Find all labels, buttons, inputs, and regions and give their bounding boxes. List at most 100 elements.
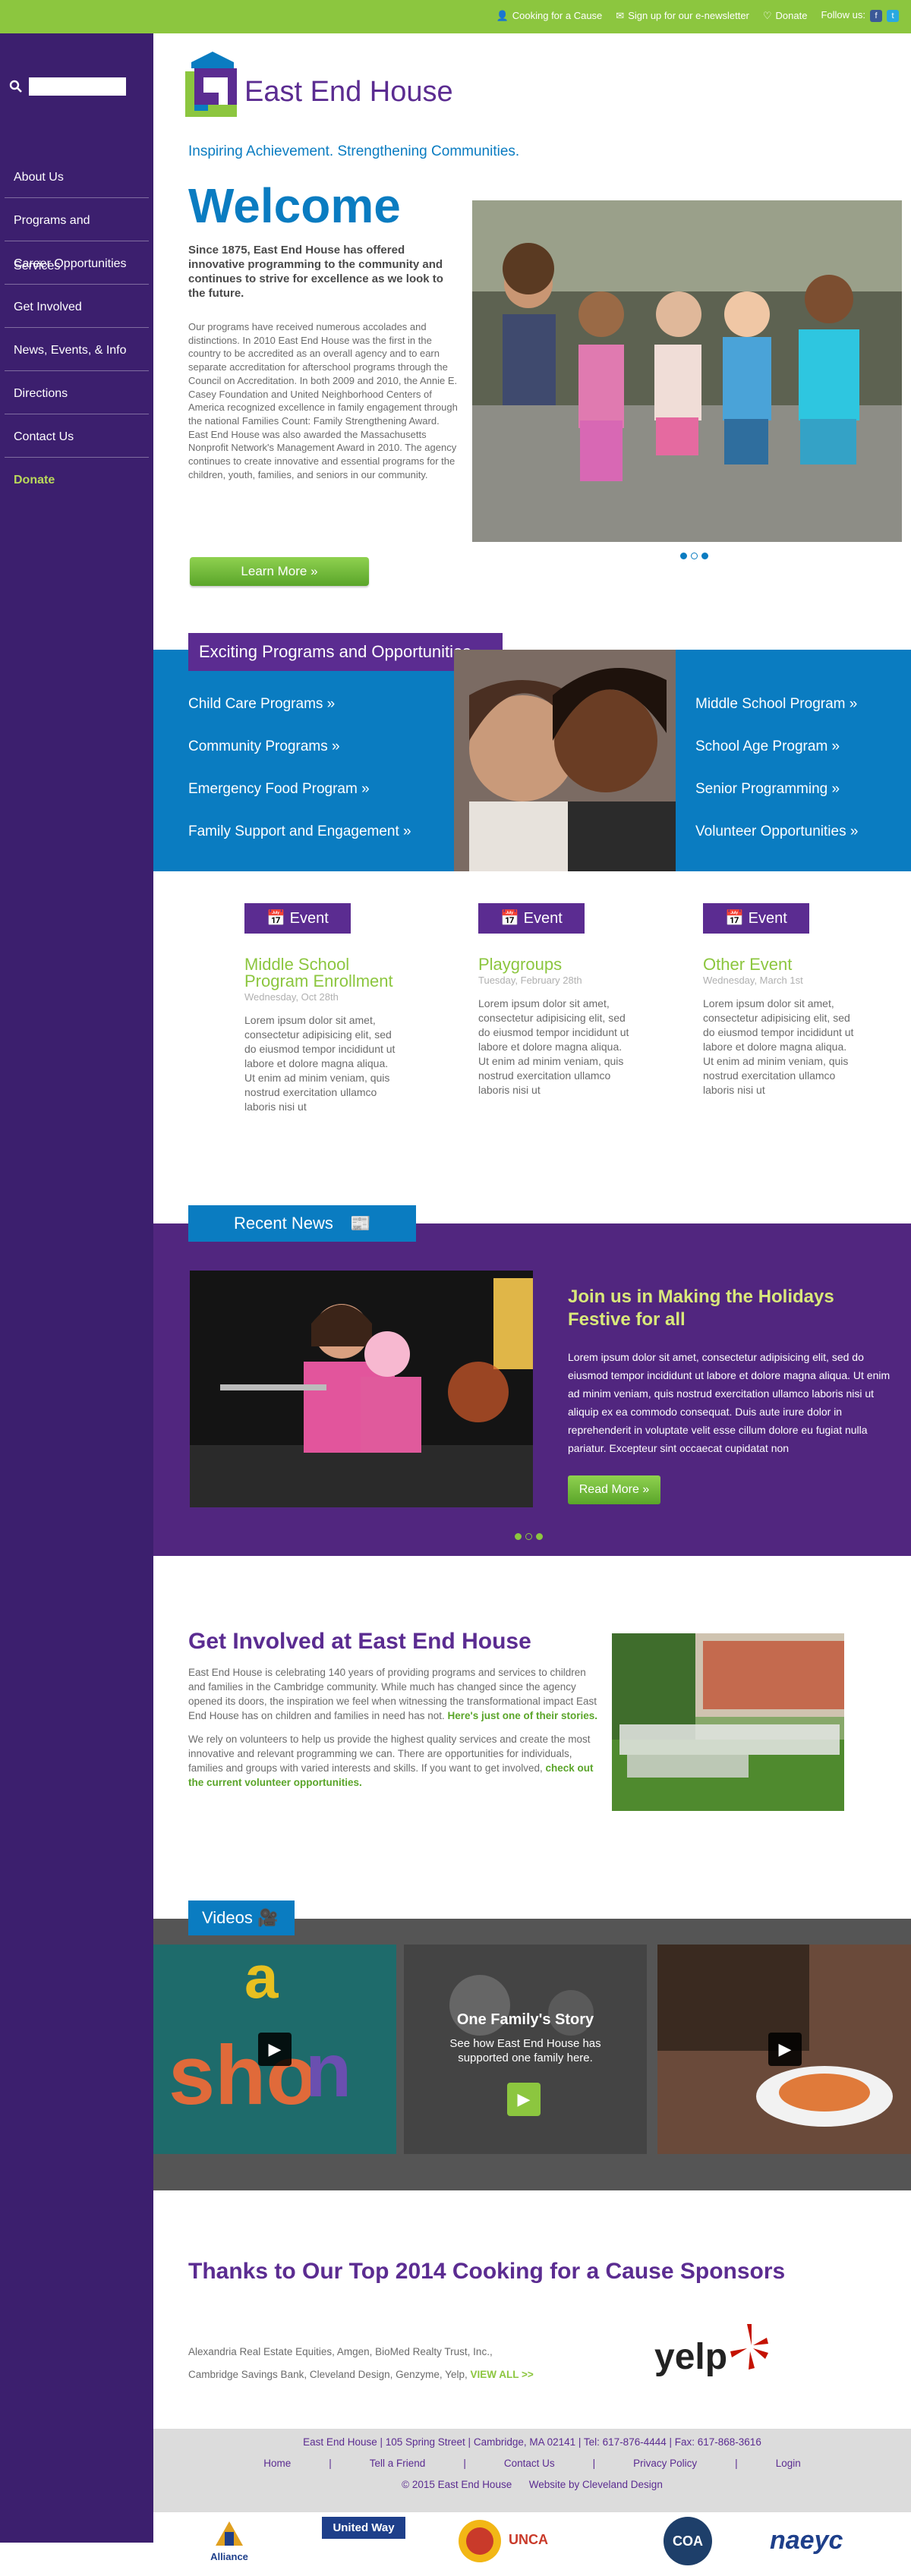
main-content: East End House Inspiring Achievement. St… [153, 33, 911, 2565]
newsletter-link[interactable]: ✉ Sign up for our e-newsletter [616, 10, 749, 22]
nav-news-events-info[interactable]: News, Events, & Info [5, 328, 149, 371]
sponsors-list: Alexandria Real Estate Equities, Amgen, … [188, 2346, 534, 2380]
event-card: 📅 Event Other Event Wednesday, March 1st… [703, 903, 855, 1097]
footer: East End House | 105 Spring Street | Cam… [153, 2429, 911, 2512]
footer-link-login[interactable]: Login [776, 2458, 801, 2469]
get-involved-body: East End House is celebrating 140 years … [188, 1667, 597, 1788]
calendar-icon: 📅 [500, 910, 520, 927]
svg-text:n: n [305, 2028, 351, 2113]
event-text: Lorem ipsum dolor sit amet, consectetur … [478, 997, 629, 1096]
program-link-volunteer[interactable]: Volunteer Opportunities » [695, 811, 858, 853]
footer-link-tell-a-friend[interactable]: Tell a Friend [370, 2458, 426, 2469]
nav-donate[interactable]: Donate [5, 458, 149, 501]
chevron-right-icon: » [310, 564, 318, 578]
carousel-dot[interactable] [536, 1533, 543, 1540]
calendar-icon: 📅 [725, 910, 745, 927]
get-involved-image [612, 1633, 844, 1811]
hero-image [472, 200, 902, 542]
donate-top-link[interactable]: ♡ Donate [763, 10, 808, 22]
event-date: Wednesday, Oct 28th [244, 991, 339, 1003]
program-link-senior[interactable]: Senior Programming » [695, 768, 858, 811]
search-box [9, 77, 126, 96]
heart-icon: ♡ [762, 9, 772, 21]
footer-address: East End House | 105 Spring Street | Cam… [303, 2436, 761, 2448]
event-button[interactable]: 📅 Event [244, 903, 351, 934]
program-link-family-support[interactable]: Family Support and Engagement » [188, 811, 411, 853]
read-more-button[interactable]: Read More » [568, 1475, 660, 1504]
play-icon[interactable]: ▶ [507, 2083, 541, 2116]
coa-logo: COA [657, 2517, 718, 2574]
nav-career-opportunities[interactable]: Career Opportunities [5, 241, 149, 285]
sidebar: About Us Programs and Services Career Op… [0, 33, 153, 2543]
cooking-for-a-cause-link[interactable]: 👤 Cooking for a Cause [496, 10, 603, 22]
event-text: Lorem ipsum dolor sit amet, consectetur … [703, 997, 854, 1096]
event-title[interactable]: Middle School Program Enrollment [244, 956, 396, 990]
stories-link[interactable]: Here's just one of their stories. [447, 1710, 597, 1721]
nav-programs-and-services[interactable]: Programs and Services [5, 198, 149, 272]
event-title[interactable]: Playgroups [478, 956, 630, 973]
learn-more-button[interactable]: Learn More » [190, 557, 369, 586]
footer-link-home[interactable]: Home [263, 2458, 291, 2469]
logo[interactable]: East End House [169, 52, 472, 128]
carousel-dot[interactable] [515, 1533, 522, 1540]
event-card: 📅 Event Middle School Program Enrollment… [244, 903, 396, 1114]
alliance-logo: Alliance [199, 2520, 260, 2573]
program-link-community[interactable]: Community Programs » [188, 726, 411, 768]
unca-logo: UNCA [457, 2518, 624, 2571]
news-carousel-dots[interactable] [515, 1533, 543, 1540]
search-input[interactable] [29, 77, 126, 96]
programs-image [454, 650, 676, 871]
facebook-icon[interactable]: f [870, 10, 882, 22]
event-button[interactable]: 📅 Event [703, 903, 809, 934]
nav-contact-us[interactable]: Contact Us [5, 414, 149, 458]
nav-directions[interactable]: Directions [5, 371, 149, 414]
event-title[interactable]: Other Event [703, 956, 855, 973]
news-image [190, 1271, 533, 1507]
program-link-emergency-food[interactable]: Emergency Food Program » [188, 768, 411, 811]
view-all-link[interactable]: VIEW ALL >> [470, 2369, 533, 2380]
play-icon[interactable]: ▶ [258, 2033, 292, 2066]
welcome-intro: Since 1875, East End House has offered i… [188, 244, 443, 300]
logo-text: East End House [244, 76, 453, 108]
event-card: 📅 Event Playgroups Tuesday, February 28t… [478, 903, 630, 1097]
welcome-body: Our programs have received numerous acco… [188, 321, 458, 480]
video-camera-icon: 🎥 [257, 1908, 279, 1927]
carousel-dot[interactable] [680, 553, 687, 559]
partner-logos: Alliance United Way UNCA COA naeyc [153, 2512, 911, 2576]
carousel-dot[interactable] [525, 1533, 532, 1540]
programs-right-list: Middle School Program » School Age Progr… [695, 683, 858, 853]
program-link-school-age[interactable]: School Age Program » [695, 726, 858, 768]
search-icon[interactable] [9, 80, 23, 93]
programs-left-list: Child Care Programs » Community Programs… [188, 683, 411, 853]
program-link-child-care[interactable]: Child Care Programs » [188, 683, 411, 726]
footer-link-privacy-policy[interactable]: Privacy Policy [633, 2458, 697, 2469]
play-icon[interactable]: ▶ [768, 2033, 802, 2066]
united-way-logo: United Way [322, 2517, 405, 2574]
program-link-middle-school[interactable]: Middle School Program » [695, 683, 858, 726]
news-title: Recent News 📰 [188, 1205, 416, 1242]
designer-link[interactable]: Website by Cleveland Design [529, 2479, 663, 2490]
footer-link-contact-us[interactable]: Contact Us [504, 2458, 555, 2469]
top-bar: 👤 Cooking for a Cause ✉ Sign up for our e-… [0, 0, 911, 33]
nav-about-us[interactable]: About Us [5, 155, 149, 198]
video-feature[interactable]: One Family's Story See how East End Hous… [404, 1945, 647, 2154]
calendar-icon: 📅 [266, 910, 286, 927]
sidebar-nav: About Us Programs and Services Career Op… [0, 155, 153, 501]
sponsors-title: Thanks to Our Top 2014 Cooking for a Cau… [188, 2259, 786, 2284]
twitter-icon[interactable]: t [887, 10, 899, 22]
event-date: Tuesday, February 28th [478, 975, 582, 986]
video-thumbnail[interactable]: sho n a ▶ [153, 1945, 396, 2154]
top-links: 👤 Cooking for a Cause ✉ Sign up for our e-… [496, 9, 899, 22]
newspaper-icon: 📰 [349, 1214, 371, 1233]
hero-carousel-dots[interactable] [680, 553, 708, 559]
news-headline[interactable]: Join us in Making the Holidays Festive f… [568, 1286, 897, 1331]
video-thumbnail[interactable]: ▶ [657, 1945, 911, 2154]
get-involved-title: Get Involved at East End House [188, 1629, 531, 1654]
carousel-dot[interactable] [691, 553, 698, 559]
naeyc-logo: naeyc [770, 2526, 843, 2555]
carousel-dot[interactable] [701, 553, 708, 559]
event-button[interactable]: 📅 Event [478, 903, 585, 934]
nav-get-involved[interactable]: Get Involved [5, 285, 149, 328]
person-icon: 👤 [496, 9, 509, 21]
tagline: Inspiring Achievement. Strengthening Com… [188, 143, 520, 159]
